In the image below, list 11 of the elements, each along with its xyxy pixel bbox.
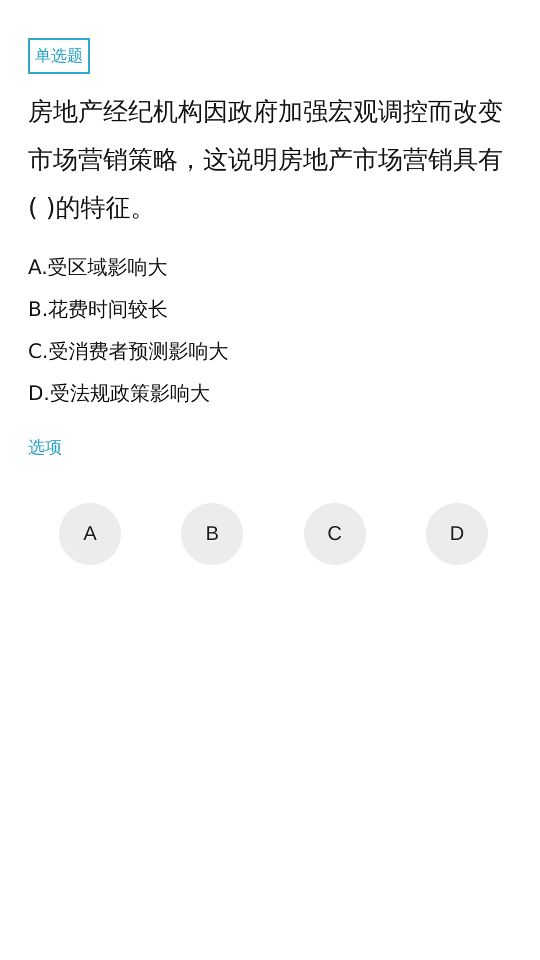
section-label: 选项 (28, 437, 63, 459)
option-text: C.受消费者预测影响大 (28, 338, 230, 365)
answer-button[interactable]: A (59, 503, 121, 565)
answer-button[interactable]: B (181, 503, 244, 565)
answer-button[interactable]: D (426, 503, 488, 565)
option-text: D.受法规政策影响大 (28, 380, 211, 407)
question-type-tag: 单选题 (28, 38, 90, 74)
option-text: A.受区域影响大 (28, 254, 169, 281)
option-text: B.花费时间较长 (28, 296, 170, 323)
answer-button[interactable]: C (304, 503, 366, 565)
question-text: 房地产经纪机构因政府加强宏观调控而改变市场营销策略，这说明房地产市场营销具有( )的特征。 (28, 96, 504, 224)
